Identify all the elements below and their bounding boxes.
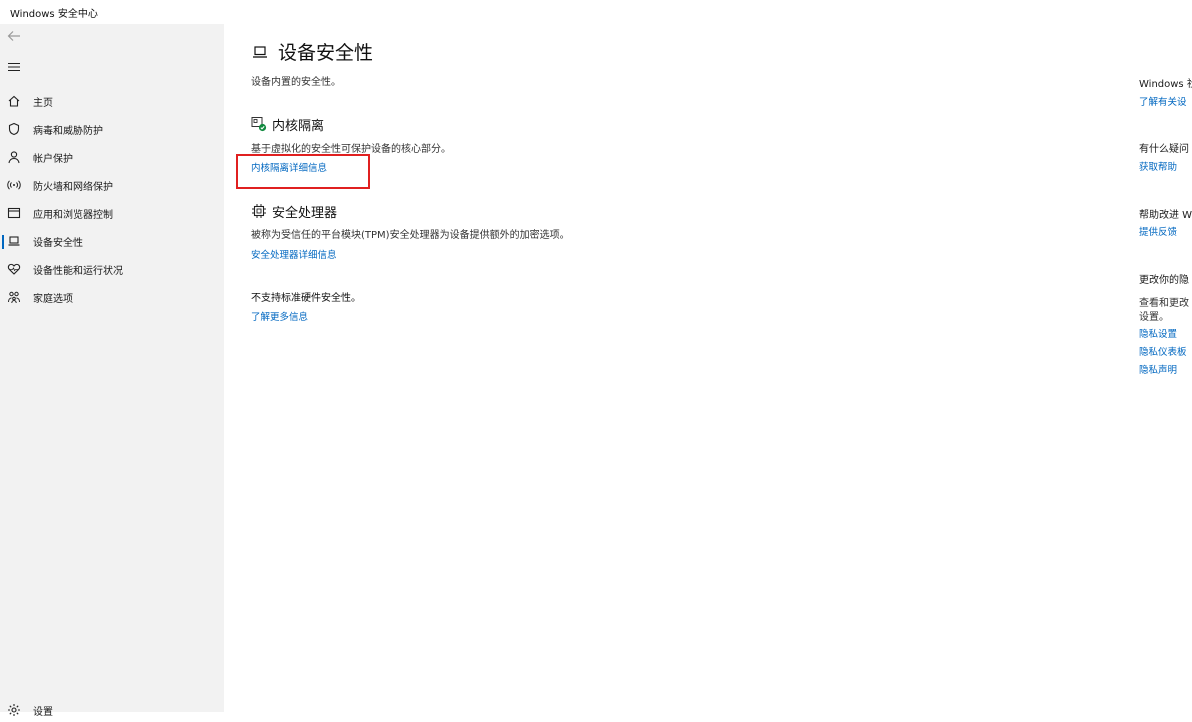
sidebar-item-device-performance[interactable]: 设备性能和运行状况 (0, 255, 224, 283)
sidebar-item-label: 帐户保护 (33, 153, 73, 165)
privacy-description-cont: 设置。 (1139, 312, 1169, 323)
sidebar-item-label: 应用和浏览器控制 (33, 209, 113, 221)
sidebar-item-device-security[interactable]: 设备安全性 (0, 227, 224, 255)
learn-more-link[interactable]: 了解更多信息 (251, 309, 308, 323)
security-processor-description: 被称为受信任的平台模块(TPM)安全处理器为设备提供额外的加密选项。 (251, 230, 570, 241)
core-isolation-title: 内核隔离 (272, 119, 325, 134)
wifi-antenna-icon (7, 178, 21, 192)
core-isolation-description: 基于虚拟化的安全性可保护设备的核心部分。 (251, 144, 451, 155)
shield-icon (7, 122, 21, 136)
laptop-icon (7, 234, 21, 248)
family-icon (7, 290, 21, 304)
home-icon (7, 94, 21, 108)
heart-icon (7, 262, 21, 276)
page-title: 设备安全性 (278, 42, 374, 64)
privacy-title: 更改你的隐 (1139, 275, 1189, 286)
main-content: 设备安全性 设备内置的安全性。 内核隔离 基于虚拟化的安全性可保护设备的核心部分… (224, 24, 1192, 712)
sidebar-item-virus-protection[interactable]: 病毒和威胁防护 (0, 115, 224, 143)
community-learn-link[interactable]: 了解有关设 (1139, 94, 1187, 108)
sidebar-item-home[interactable]: 主页 (0, 87, 224, 115)
hardware-security-note: 不支持标准硬件安全性。 (251, 293, 361, 304)
laptop-icon (252, 44, 268, 58)
sidebar: 主页 病毒和威胁防护 帐户保护 防火墙和网络保护 应用和浏览器控制 设备安全性 (0, 24, 224, 718)
title-bar: Windows 安全中心 (0, 0, 1192, 24)
privacy-settings-link[interactable]: 隐私设置 (1139, 326, 1177, 340)
core-isolation-icon (251, 116, 267, 132)
sidebar-item-family-options[interactable]: 家庭选项 (0, 283, 224, 311)
security-processor-details-link[interactable]: 安全处理器详细信息 (251, 247, 337, 261)
privacy-dashboard-link[interactable]: 隐私仪表板 (1139, 344, 1187, 358)
app-window-icon (7, 206, 21, 220)
sidebar-item-label: 设备性能和运行状况 (33, 265, 123, 277)
active-indicator (2, 235, 4, 249)
sidebar-item-app-browser-control[interactable]: 应用和浏览器控制 (0, 199, 224, 227)
sidebar-item-label: 设置 (33, 706, 53, 718)
feedback-link[interactable]: 提供反馈 (1139, 224, 1177, 238)
chip-icon (251, 203, 267, 219)
core-isolation-details-link[interactable]: 内核隔离详细信息 (251, 160, 327, 174)
sidebar-item-label: 设备安全性 (33, 237, 83, 249)
sidebar-item-label: 防火墙和网络保护 (33, 181, 113, 193)
sidebar-item-label: 病毒和威胁防护 (33, 125, 103, 137)
improve-title: 帮助改进 W (1139, 210, 1192, 221)
sidebar-item-settings[interactable]: 设置 (0, 698, 224, 722)
sidebar-item-label: 主页 (33, 97, 53, 109)
person-icon (7, 150, 21, 164)
page-subtitle: 设备内置的安全性。 (251, 77, 341, 88)
security-processor-title: 安全处理器 (272, 206, 338, 221)
get-help-link[interactable]: 获取帮助 (1139, 159, 1177, 173)
question-title: 有什么疑问 (1139, 144, 1189, 155)
back-arrow-icon[interactable] (6, 28, 24, 46)
privacy-description: 查看和更改 (1139, 298, 1189, 309)
community-title: Windows 社 (1139, 79, 1192, 90)
privacy-statement-link[interactable]: 隐私声明 (1139, 362, 1177, 376)
window-title: Windows 安全中心 (10, 9, 98, 20)
sidebar-item-firewall[interactable]: 防火墙和网络保护 (0, 171, 224, 199)
sidebar-item-account-protection[interactable]: 帐户保护 (0, 143, 224, 171)
hamburger-menu-icon[interactable] (6, 59, 24, 77)
sidebar-item-label: 家庭选项 (33, 293, 73, 305)
gear-icon (7, 703, 21, 717)
